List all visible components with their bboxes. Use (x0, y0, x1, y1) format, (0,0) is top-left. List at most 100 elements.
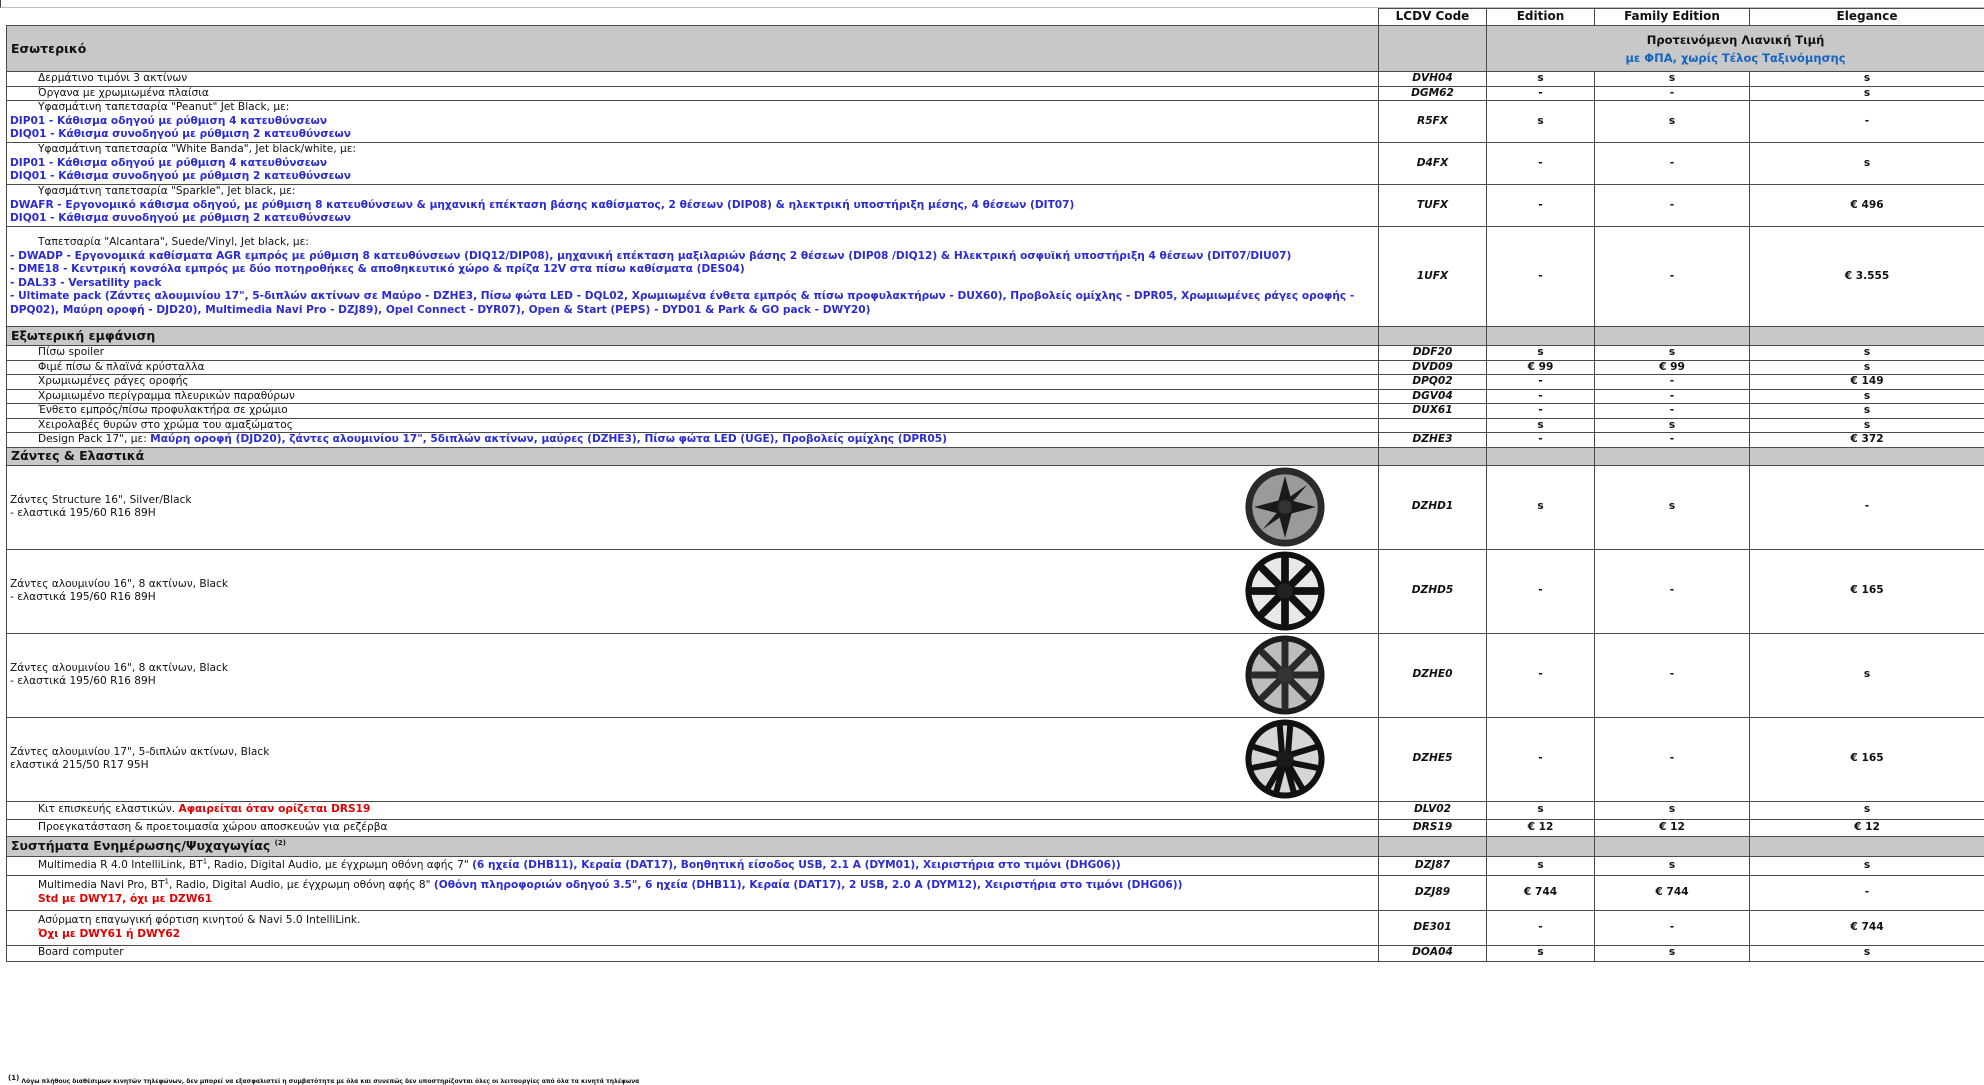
edition-cell: - (1487, 717, 1595, 801)
row-desc-warning: Std με DWY17, όχι με DZW61 (38, 893, 1375, 907)
edition-cell: - (1487, 404, 1595, 419)
family-cell: s (1595, 72, 1750, 87)
edition-cell: - (1487, 389, 1595, 404)
header-blank (7, 9, 1379, 26)
elegance-cell: € 496 (1750, 185, 1984, 227)
family-cell: - (1595, 910, 1750, 945)
family-cell: s (1595, 945, 1750, 961)
row-code: DDF20 (1379, 346, 1487, 361)
edition-cell: s (1487, 801, 1595, 819)
col-family-header: Family Edition (1595, 9, 1750, 26)
table-row: Πίσω spoiler DDF20 s s s (7, 346, 1984, 361)
sheet-top-border (0, 0, 1984, 8)
row-desc-line: Multimedia Navi Pro, BT1, Radio, Digital… (38, 879, 1375, 893)
row-desc-detail: DWAFR - Εργονομικό κάθισμα οδηγού, με ρύ… (10, 199, 1375, 213)
row-code: DGM62 (1379, 86, 1487, 101)
table-row: Δερμάτινο τιμόνι 3 ακτίνων DVH04 s s s (7, 72, 1984, 87)
family-cell: - (1595, 389, 1750, 404)
row-desc-detail: DIP01 - Κάθισμα οδηγού με ρύθμιση 4 κατε… (10, 157, 1375, 171)
row-code: DZHE5 (1379, 717, 1487, 801)
elegance-cell: - (1750, 101, 1984, 143)
elegance-cell: s (1750, 389, 1984, 404)
footnote-ref: (2) (275, 839, 286, 847)
row-desc-detail: DIQ01 - Κάθισμα συνοδηγού με ρύθμιση 2 κ… (10, 170, 1375, 184)
edition-cell: - (1487, 433, 1595, 448)
family-cell: - (1595, 375, 1750, 390)
row-desc: Χρωμιωμένες ράγες οροφής (7, 375, 1379, 390)
row-desc-main-cont: , Radio, Digital Audio, με έγχρωμη οθόνη… (207, 859, 472, 871)
elegance-cell: s (1750, 856, 1984, 875)
row-desc: Κιτ επισκευής ελαστικών. Αφαιρείται όταν… (7, 801, 1379, 819)
wheel-name: Ζάντες αλουμινίου 16", 8 ακτίνων, Black (10, 578, 1375, 592)
section-blank (1595, 447, 1750, 465)
section-exterior-row: Εξωτερική εμφάνιση (7, 327, 1984, 346)
table-row: Ζάντες αλουμινίου 16", 8 ακτίνων, Black … (7, 549, 1984, 633)
table-row: Multimedia Navi Pro, BT1, Radio, Digital… (7, 875, 1984, 910)
row-desc: Υφασμάτινη ταπετσαρία "Sparkle", Jet bla… (7, 185, 1379, 227)
alloy-wheel-icon (1242, 549, 1328, 633)
row-desc-main: Υφασμάτινη ταπετσαρία "Sparkle", Jet bla… (10, 185, 1375, 199)
row-desc-detail: DIQ01 - Κάθισμα συνοδηγού με ρύθμιση 2 κ… (10, 212, 1375, 226)
section-title-wheels: Ζάντες & Ελαστικά (7, 447, 1379, 465)
table-row: Υφασμάτινη ταπετσαρία "Sparkle", Jet bla… (7, 185, 1984, 227)
table-row: Υφασμάτινη ταπετσαρία "Peanut" Jet Black… (7, 101, 1984, 143)
row-code: DZHD1 (1379, 465, 1487, 549)
table-row: Ζάντες Structure 16", Silver/Black - ελα… (7, 465, 1984, 549)
row-desc: Ζάντες αλουμινίου 16", 8 ακτίνων, Black … (7, 549, 1379, 633)
elegance-cell: s (1750, 72, 1984, 87)
family-cell: € 744 (1595, 875, 1750, 910)
footnote-mark: (1) (8, 1074, 19, 1082)
section-blank (1750, 327, 1984, 346)
row-code: DE301 (1379, 910, 1487, 945)
family-cell: - (1595, 86, 1750, 101)
row-desc: Όργανα με χρωμιωμένα πλαίσια (7, 86, 1379, 101)
row-desc: Board computer (7, 945, 1379, 961)
row-code: DVH04 (1379, 72, 1487, 87)
row-desc-main: Multimedia R 4.0 IntelliLink, BT (38, 859, 203, 871)
edition-cell: - (1487, 86, 1595, 101)
elegance-cell: s (1750, 360, 1984, 375)
table-row: Ένθετο εμπρός/πίσω προφυλακτήρα σε χρώμι… (7, 404, 1984, 419)
family-cell: s (1595, 465, 1750, 549)
row-desc-detail: - DWADP - Εργονομικά καθίσματα AGR εμπρό… (10, 250, 1375, 264)
row-desc: Υφασμάτινη ταπετσαρία "Peanut" Jet Black… (7, 101, 1379, 143)
row-code: DZHE0 (1379, 633, 1487, 717)
family-cell: - (1595, 143, 1750, 185)
table-row: Ζάντες αλουμινίου 16", 8 ακτίνων, Black … (7, 633, 1984, 717)
table-row: Ζάντες αλουμινίου 17", 5-διπλών ακτίνων,… (7, 717, 1984, 801)
row-desc-main: Multimedia Navi Pro, BT (38, 879, 165, 891)
row-desc-main: Υφασμάτινη ταπετσαρία "White Banda", Jet… (10, 143, 1375, 157)
elegance-cell: s (1750, 945, 1984, 961)
row-desc: Multimedia R 4.0 IntelliLink, BT1, Radio… (7, 856, 1379, 875)
row-desc: Φιμέ πίσω & πλαϊνά κρύσταλλα (7, 360, 1379, 375)
row-desc-main: Κιτ επισκευής ελαστικών. (38, 803, 179, 815)
row-desc-detail: (6 ηχεία (DHB11), Κεραία (DAT17), Βοηθητ… (472, 859, 1121, 871)
wheel-tyre: - ελαστικά 195/60 R16 89H (10, 507, 1375, 521)
table-row: Board computer DOA04 s s s (7, 945, 1984, 961)
row-desc-detail: DPQ02), Μαύρη οροφή - DJD20), Multimedia… (10, 304, 1375, 318)
family-cell: s (1595, 801, 1750, 819)
elegance-cell: s (1750, 633, 1984, 717)
row-desc-detail: DIQ01 - Κάθισμα συνοδηγού με ρύθμιση 2 κ… (10, 128, 1375, 142)
family-cell: s (1595, 346, 1750, 361)
elegance-cell: s (1750, 404, 1984, 419)
family-cell: - (1595, 633, 1750, 717)
price-note: Προτεινόμενη Λιανική Τιμή με ΦΠΑ, χωρίς … (1487, 26, 1984, 72)
section-interior-row: Εσωτερικό Προτεινόμενη Λιανική Τιμή με Φ… (7, 26, 1984, 72)
section-blank (1487, 836, 1595, 856)
section-code-blank (1379, 26, 1487, 72)
row-desc: Πίσω spoiler (7, 346, 1379, 361)
edition-cell: s (1487, 101, 1595, 143)
section-title-text: Συστήματα Ενημέρωσης/Ψυχαγωγίας (11, 838, 270, 853)
row-desc: Προεγκατάσταση & προετοιμασία χώρου αποσ… (7, 819, 1379, 836)
row-code: DZHE3 (1379, 433, 1487, 448)
edition-cell: € 12 (1487, 819, 1595, 836)
row-desc-main: Ταπετσαρία "Alcantara", Suede/Vinyl, Jet… (10, 236, 1375, 250)
elegance-cell: € 165 (1750, 717, 1984, 801)
edition-cell: - (1487, 549, 1595, 633)
row-desc: Δερμάτινο τιμόνι 3 ακτίνων (7, 72, 1379, 87)
alloy-wheel-icon (1242, 633, 1328, 717)
row-desc-detail: - DME18 - Κεντρική κονσόλα εμπρός με δύο… (10, 263, 1375, 277)
family-cell: - (1595, 185, 1750, 227)
family-cell: - (1595, 227, 1750, 327)
